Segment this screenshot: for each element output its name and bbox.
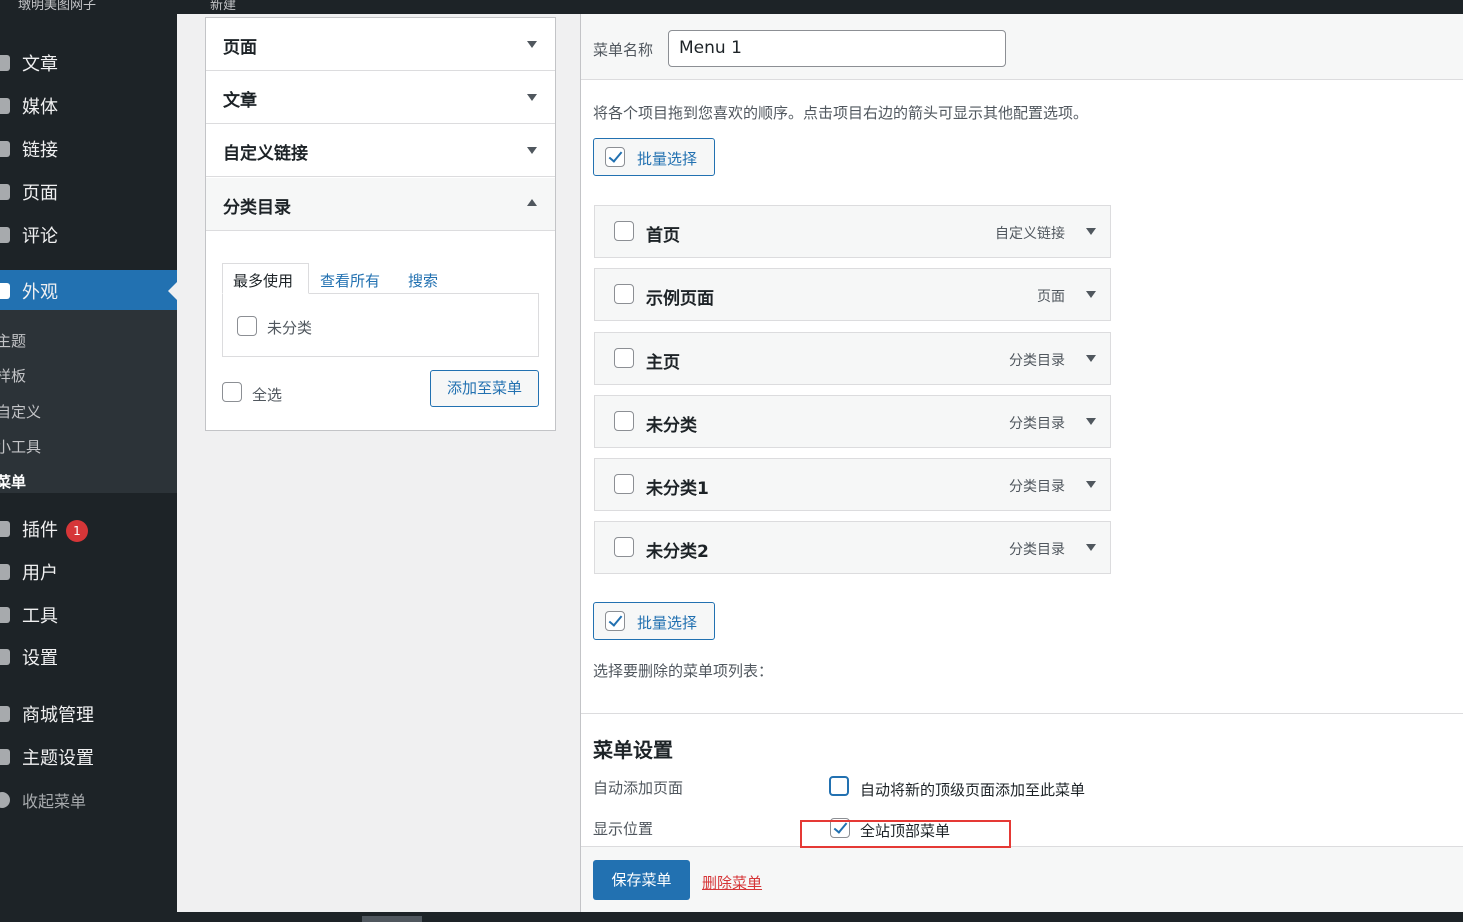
menu-item-row[interactable]: 主页 分类目录 [594, 332, 1111, 385]
submenu-menus[interactable]: 菜单 [0, 471, 26, 492]
menu-name-header: 菜单名称 Menu 1 [581, 14, 1463, 80]
menu-item-checkbox[interactable] [614, 411, 634, 431]
bulk-select-checkbox[interactable] [605, 147, 625, 167]
sidebar-item-plugins[interactable]: 插件 1 [0, 510, 177, 548]
delete-menu-link[interactable]: 删除菜单 [702, 872, 762, 893]
submenu-customize[interactable]: 自定义 [0, 401, 41, 422]
accordion-custom-links[interactable]: 自定义链接 [206, 124, 555, 177]
chevron-down-icon[interactable] [1086, 228, 1096, 235]
category-checkbox[interactable] [237, 316, 257, 336]
admin-bar-site[interactable]: 墩明美图网子 [18, 0, 96, 13]
menu-item-checkbox[interactable] [614, 474, 634, 494]
admin-sidebar: 文章 媒体 链接 页面 评论 外观 主题 样板 自定义 小工具 菜单 插件 1 用… [0, 14, 177, 912]
menu-settings-title: 菜单设置 [593, 738, 673, 762]
menu-item-checkbox[interactable] [614, 348, 634, 368]
plug-icon [0, 521, 10, 537]
save-menu-button[interactable]: 保存菜单 [593, 860, 690, 900]
comment-icon [0, 227, 10, 243]
chevron-down-icon [527, 94, 537, 101]
chevron-down-icon[interactable] [1086, 481, 1096, 488]
drag-instructions: 将各个项目拖到您喜欢的顺序。点击项目右边的箭头可显示其他配置选项。 [593, 104, 1089, 122]
auto-add-checkbox[interactable] [829, 776, 849, 796]
bulk-select-button-top[interactable]: 批量选择 [593, 138, 715, 176]
add-to-menu-button[interactable]: 添加至菜单 [430, 370, 539, 407]
menu-item-row[interactable]: 首页 自定义链接 [594, 205, 1111, 258]
chevron-down-icon [527, 147, 537, 154]
bottom-scrollbar[interactable] [0, 912, 1463, 922]
auto-add-label: 自动添加页面 [593, 779, 684, 797]
admin-bar: 墩明美图网子 新建 [0, 0, 1463, 14]
sidebar-item-links[interactable]: 链接 [0, 130, 177, 168]
appearance-submenu: 主题 样板 自定义 小工具 菜单 [0, 310, 177, 493]
tab-view-all[interactable]: 查看所有 [320, 263, 380, 295]
category-label: 未分类 [267, 319, 313, 337]
scrollbar-thumb[interactable] [362, 916, 422, 922]
pin-icon [0, 55, 10, 71]
menu-item-row[interactable]: 未分类 分类目录 [594, 395, 1111, 448]
chevron-down-icon[interactable] [1086, 544, 1096, 551]
sidebar-item-settings[interactable]: 设置 [0, 638, 177, 676]
brush-icon [0, 283, 10, 299]
accordion-pages[interactable]: 页面 [206, 18, 555, 71]
admin-bar-new[interactable]: 新建 [210, 0, 236, 13]
sidebar-item-media[interactable]: 媒体 [0, 87, 177, 125]
menu-item-checkbox[interactable] [614, 221, 634, 241]
category-list: 未分类 [222, 293, 539, 357]
sidebar-item-theme-settings[interactable]: 主题设置 [0, 738, 177, 776]
menu-name-label: 菜单名称 [593, 41, 654, 59]
chevron-down-icon[interactable] [1086, 355, 1096, 362]
submenu-patterns[interactable]: 样板 [0, 365, 26, 386]
collapse-icon [0, 792, 10, 808]
menu-item-row[interactable]: 未分类1 分类目录 [594, 458, 1111, 511]
divider [581, 713, 1463, 714]
chevron-down-icon[interactable] [1086, 418, 1096, 425]
sidebar-item-shop-admin[interactable]: 商城管理 [0, 695, 177, 733]
tab-most-used[interactable]: 最多使用 [222, 263, 309, 294]
display-location-label: 显示位置 [593, 820, 654, 838]
select-all-label: 全选 [252, 386, 283, 404]
submenu-themes[interactable]: 主题 [0, 330, 26, 351]
bulk-select-button-bottom[interactable]: 批量选择 [593, 602, 715, 640]
chevron-up-icon [527, 199, 537, 206]
media-icon [0, 98, 10, 114]
menu-item-checkbox[interactable] [614, 284, 634, 304]
menu-item-row[interactable]: 未分类2 分类目录 [594, 521, 1111, 574]
accordion-categories[interactable]: 分类目录 [206, 178, 555, 231]
sidebar-item-users[interactable]: 用户 [0, 553, 177, 591]
sidebar-item-pages[interactable]: 页面 [0, 173, 177, 211]
update-count-badge: 1 [66, 520, 88, 542]
add-menu-items-panel: 页面 文章 自定义链接 分类目录 最多使用 查看所有 搜索 未分类 全选 添加至… [205, 17, 556, 431]
sidebar-item-tools[interactable]: 工具 [0, 596, 177, 634]
sidebar-item-posts[interactable]: 文章 [0, 44, 177, 82]
menu-actions-bar: 保存菜单 删除菜单 [581, 846, 1463, 912]
delete-list-label: 选择要删除的菜单项列表： [593, 662, 774, 680]
select-all-checkbox[interactable] [222, 382, 242, 402]
settings-icon [0, 649, 10, 665]
accordion-posts[interactable]: 文章 [206, 71, 555, 124]
bulk-select-checkbox[interactable] [605, 611, 625, 631]
chevron-down-icon [527, 41, 537, 48]
menu-structure-panel: 菜单名称 Menu 1 将各个项目拖到您喜欢的顺序。点击项目右边的箭头可显示其他… [580, 14, 1463, 912]
user-icon [0, 564, 10, 580]
link-icon [0, 141, 10, 157]
menu-item-row[interactable]: 示例页面 页面 [594, 268, 1111, 321]
user-icon [0, 706, 10, 722]
chevron-down-icon[interactable] [1086, 291, 1096, 298]
menu-item-checkbox[interactable] [614, 537, 634, 557]
top-menu-location-checkbox[interactable] [830, 818, 850, 838]
page-icon [0, 184, 10, 200]
current-arrow-icon [168, 282, 177, 300]
collapse-menu-button[interactable]: 收起菜单 [0, 781, 177, 819]
auto-add-option: 自动将新的顶级页面添加至此菜单 [860, 781, 1086, 799]
wrench-icon [0, 607, 10, 623]
sidebar-item-appearance[interactable]: 外观 [0, 270, 177, 312]
gear-icon [0, 749, 10, 765]
tab-search[interactable]: 搜索 [408, 263, 438, 295]
menu-name-input[interactable]: Menu 1 [668, 30, 1006, 67]
top-menu-location-option: 全站顶部菜单 [860, 822, 951, 840]
sidebar-item-comments[interactable]: 评论 [0, 216, 177, 254]
submenu-widgets[interactable]: 小工具 [0, 436, 41, 457]
